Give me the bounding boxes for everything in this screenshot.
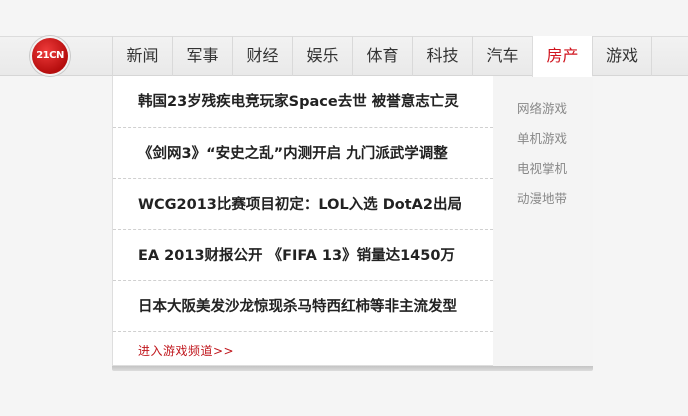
- category-link-anime[interactable]: 动漫地带: [517, 188, 567, 218]
- category-link-online-games[interactable]: 网络游戏: [517, 98, 567, 128]
- nav-item-sports[interactable]: 体育: [352, 36, 412, 76]
- headline-link[interactable]: EA 2013财报公开 《FIFA 13》销量达1450万: [113, 230, 493, 281]
- headline-link[interactable]: WCG2013比赛项目初定：LOL入选 DotA2出局: [113, 179, 493, 230]
- headline-link[interactable]: 韩国23岁残疾电竞玩家Space去世 被誉意志亡灵: [113, 76, 493, 128]
- logo-text: 21CN: [36, 50, 64, 61]
- nav-item-finance[interactable]: 财经: [232, 36, 292, 76]
- channel-nav: 新闻 军事 财经 娱乐 体育 科技 汽车 房产 游戏: [112, 36, 652, 77]
- dropdown-bottom-edge: [112, 366, 593, 371]
- category-sidebar: 网络游戏 单机游戏 电视掌机 动漫地带: [493, 76, 593, 366]
- nav-item-house-active[interactable]: 房产: [532, 36, 592, 77]
- more-channel-link[interactable]: 进入游戏频道>>: [138, 342, 234, 359]
- headline-link[interactable]: 日本大阪美发沙龙惊现杀马特西红柿等非主流发型: [113, 281, 493, 332]
- nav-item-games[interactable]: 游戏: [592, 36, 652, 76]
- dropdown-panel: 韩国23岁残疾电竞玩家Space去世 被誉意志亡灵 《剑网3》“安史之乱”内测开…: [112, 76, 593, 366]
- nav-item-news[interactable]: 新闻: [112, 36, 172, 76]
- nav-item-military[interactable]: 军事: [172, 36, 232, 76]
- nav-item-auto[interactable]: 汽车: [472, 36, 532, 76]
- site-logo[interactable]: 21CN: [32, 38, 68, 74]
- nav-item-entertainment[interactable]: 娱乐: [292, 36, 352, 76]
- headline-list: 韩国23岁残疾电竞玩家Space去世 被誉意志亡灵 《剑网3》“安史之乱”内测开…: [113, 76, 493, 332]
- category-link-console-handheld[interactable]: 电视掌机: [517, 158, 567, 188]
- category-list: 网络游戏 单机游戏 电视掌机 动漫地带: [517, 98, 567, 218]
- nav-item-tech[interactable]: 科技: [412, 36, 472, 76]
- category-link-pc-games[interactable]: 单机游戏: [517, 128, 567, 158]
- headline-link[interactable]: 《剑网3》“安史之乱”内测开启 九门派武学调整: [113, 128, 493, 179]
